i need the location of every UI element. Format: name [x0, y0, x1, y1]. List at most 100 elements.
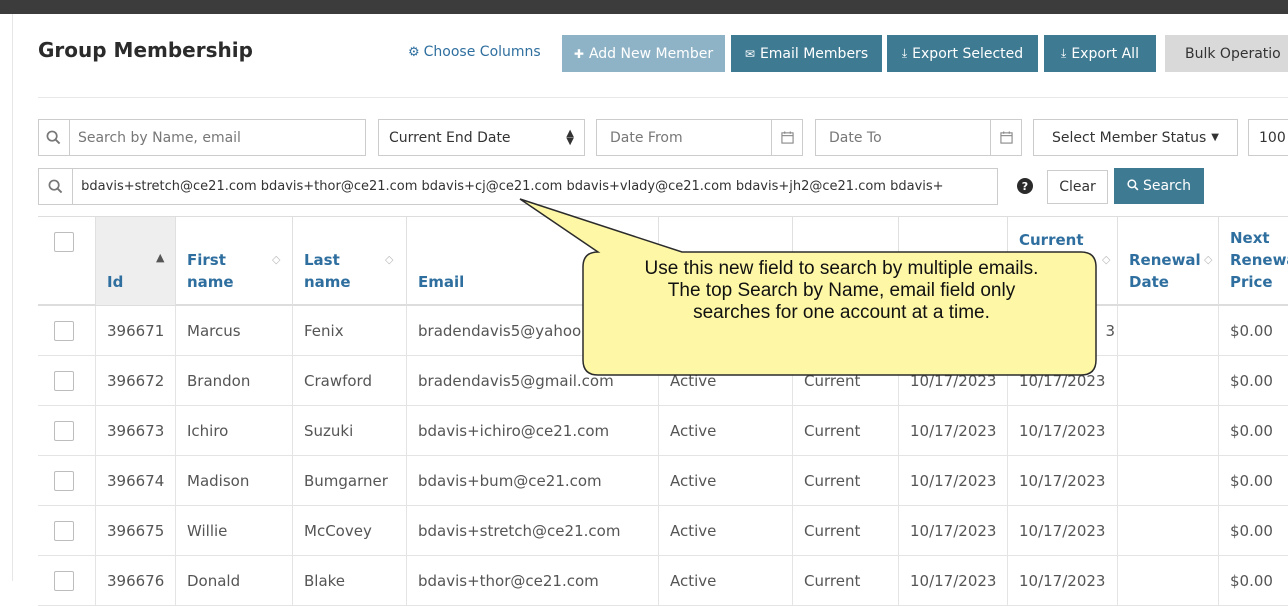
select-all-checkbox[interactable]	[54, 232, 74, 252]
header-divider	[38, 97, 1288, 98]
header-renewal-date-label: Renewal Date	[1129, 249, 1201, 293]
cell-renewal-date	[1118, 456, 1219, 505]
table-row[interactable]: 396676 Donald Blake bdavis+thor@ce21.com…	[38, 556, 1288, 606]
header-last-name-label: Last name	[304, 249, 351, 293]
search-by-name-field[interactable]	[38, 119, 366, 156]
table-row[interactable]: 396675 Willie McCovey bdavis+stretch@ce2…	[38, 506, 1288, 556]
cell-first-name: Brandon	[176, 356, 293, 405]
sort-asc-icon: ▲	[156, 251, 165, 264]
row-checkbox[interactable]	[54, 371, 74, 391]
cell-end-date: 10/17/2023	[1008, 456, 1118, 505]
cell-membership: Current	[793, 456, 899, 505]
export-selected-button[interactable]: ⤓ Export Selected	[887, 35, 1038, 72]
table-row[interactable]: 396673 Ichiro Suzuki bdavis+ichiro@ce21.…	[38, 406, 1288, 456]
member-status-label: Select Member Status	[1052, 129, 1207, 146]
header-renewal-date[interactable]: ◇ Renewal Date	[1118, 217, 1219, 305]
member-status-dropdown[interactable]: Select Member Status ▼	[1033, 119, 1238, 156]
clear-button[interactable]: Clear	[1047, 170, 1108, 204]
table-row[interactable]: 396674 Madison Bumgarner bdavis+bum@ce21…	[38, 456, 1288, 506]
cell-email: bdavis+bum@ce21.com	[407, 456, 659, 505]
cell-email: bradendavis5@gmail.com	[407, 356, 659, 405]
row-checkbox[interactable]	[54, 571, 74, 591]
cell-start-date: 10/17/2023	[899, 456, 1008, 505]
cell-email: bdavis+stretch@ce21.com	[407, 506, 659, 555]
cell-renewal-date	[1118, 356, 1219, 405]
cell-id: 396672	[96, 356, 176, 405]
cell-membership: Current	[793, 406, 899, 455]
search-button[interactable]: Search	[1114, 168, 1204, 204]
cell-next-price: $0.00	[1230, 421, 1273, 440]
cell-next-price: $0.00	[1230, 521, 1273, 540]
cell-end-date: 10/17/2023	[1008, 356, 1118, 405]
page-size-select[interactable]: 100	[1248, 119, 1288, 156]
header-next-line3: Price	[1230, 273, 1273, 291]
cell-status: Active	[659, 356, 793, 405]
date-to-field[interactable]	[815, 119, 1022, 156]
cell-next-price: $0.00	[1230, 371, 1273, 390]
cell-end-date: 10/17/2023	[1008, 506, 1118, 555]
row-checkbox[interactable]	[54, 421, 74, 441]
table-row[interactable]: 396672 Brandon Crawford bradendavis5@gma…	[38, 356, 1288, 406]
add-new-member-button[interactable]: ✚ Add New Member	[562, 35, 725, 72]
row-checkbox[interactable]	[54, 471, 74, 491]
search-button-label: Search	[1142, 178, 1192, 194]
cell-status: Active	[659, 456, 793, 505]
export-all-button[interactable]: ⤓ Export All	[1044, 35, 1156, 72]
cell-id: 396673	[96, 406, 176, 455]
sort-icon: ◇	[385, 253, 394, 266]
email-members-button[interactable]: ✉ Email Members	[731, 35, 882, 72]
header-last-name[interactable]: ◇ Last name	[293, 217, 407, 305]
choose-columns-link[interactable]: ⚙ Choose Columns	[408, 44, 541, 60]
cell-status: Active	[659, 406, 793, 455]
cell-last-name: McCovey	[293, 506, 407, 555]
multi-email-search-input[interactable]	[73, 179, 997, 194]
date-to-input[interactable]	[816, 129, 990, 146]
gear-icon: ⚙	[408, 44, 420, 60]
multi-email-search-field[interactable]	[38, 168, 998, 205]
header-renewal-line2: Date	[1129, 273, 1169, 291]
download-icon: ⤓	[1061, 46, 1067, 60]
help-icon[interactable]: ?	[1017, 178, 1033, 194]
page-title: Group Membership	[38, 38, 253, 62]
header-email-label: Email	[418, 273, 465, 291]
row-checkbox[interactable]	[54, 521, 74, 541]
cell-last-name: Fenix	[293, 306, 407, 355]
top-app-bar	[0, 0, 1288, 14]
calendar-icon[interactable]	[990, 120, 1021, 155]
header-first-name[interactable]: ◇ First name	[176, 217, 293, 305]
cell-last-name: Crawford	[293, 356, 407, 405]
callout-line-2: The top Search by Name, email field only	[667, 280, 1016, 301]
export-all-label: Export All	[1071, 45, 1139, 62]
bulk-operations-button[interactable]: Bulk Operatio	[1165, 35, 1288, 72]
cell-renewal-date	[1118, 506, 1219, 555]
header-current-end-label: Current	[1019, 231, 1084, 249]
cell-last-name: Suzuki	[293, 406, 407, 455]
row-checkbox[interactable]	[54, 321, 74, 341]
search-by-name-input[interactable]	[69, 129, 365, 146]
cell-start-date: 10/17/2023	[899, 356, 1008, 405]
date-from-input[interactable]	[597, 129, 771, 146]
page-size-value: 100	[1259, 129, 1286, 146]
header-last-name-line1: Last	[304, 251, 340, 269]
plus-icon: ✚	[573, 46, 584, 61]
sort-icon: ◇	[272, 253, 281, 266]
search-icon	[1127, 178, 1139, 194]
row-select-cell	[38, 306, 96, 355]
add-new-member-label: Add New Member	[588, 45, 714, 62]
row-select-cell	[38, 456, 96, 505]
date-type-select[interactable]: Current End Date ▲ ▼	[378, 119, 585, 156]
cell-id: 396671	[96, 306, 176, 355]
header-first-name-line2: name	[187, 273, 234, 291]
date-from-field[interactable]	[596, 119, 803, 156]
calendar-icon[interactable]	[771, 120, 802, 155]
header-next-line2: Renewa	[1230, 251, 1288, 269]
choose-columns-label: Choose Columns	[423, 44, 541, 60]
header-next-renewal-price[interactable]: Next Renewa Price	[1219, 217, 1288, 305]
search-icon	[39, 120, 70, 155]
header-last-name-line2: name	[304, 273, 351, 291]
callout-text: Use this new field to search by multiple…	[584, 258, 1099, 324]
sort-icon: ◇	[1204, 253, 1213, 266]
cell-next-price: $0.00	[1230, 321, 1273, 340]
row-select-cell	[38, 506, 96, 555]
header-id[interactable]: ▲ Id	[96, 217, 176, 305]
